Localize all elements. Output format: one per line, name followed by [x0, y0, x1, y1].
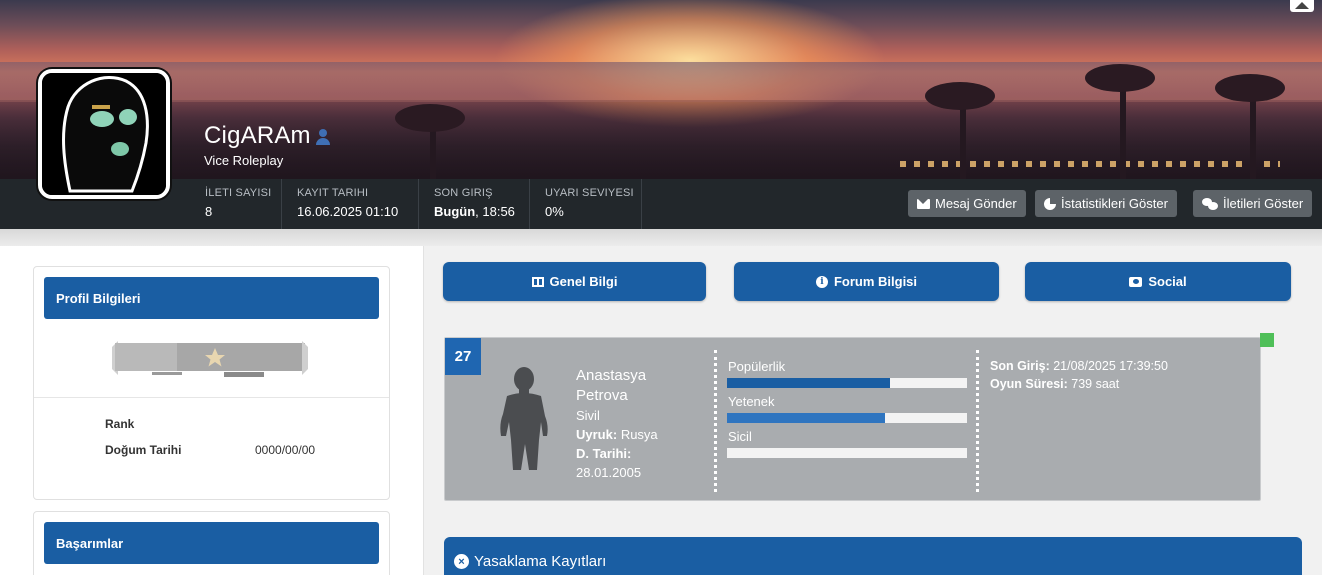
character-playtime: Oyun Süresi: 739 saat — [990, 377, 1119, 391]
stat-value: 0% — [545, 204, 564, 219]
send-message-button[interactable]: Mesaj Gönder — [908, 190, 1026, 217]
banner-palm — [960, 99, 966, 179]
skill-bar — [727, 413, 967, 423]
character-last-login: Son Giriş: 21/08/2025 17:39:50 — [990, 359, 1168, 373]
card-divider — [34, 397, 389, 398]
achievements-card: Başarımlar — [33, 511, 390, 575]
envelope-icon — [917, 198, 930, 209]
stat-label: SON GIRIŞ — [434, 187, 493, 199]
online-status-indicator — [1260, 333, 1274, 347]
record-label: Sicil — [728, 429, 752, 444]
stat-post-count: İLETI SAYISI 8 — [191, 179, 282, 229]
times-circle-icon: × — [454, 554, 469, 569]
nationality-label: Uyruk: — [576, 427, 618, 442]
character-level-badge: 27 — [445, 338, 481, 375]
username-text: CigARAm — [204, 122, 311, 149]
camera-icon — [1129, 276, 1143, 287]
last-login-value: 21/08/2025 17:39:50 — [1053, 359, 1168, 373]
send-message-label: Mesaj Gönder — [935, 196, 1017, 211]
info-value: 0000/00/00 — [255, 443, 316, 457]
character-card[interactable]: 27 Anastasya Petrova Sivil Uyruk: Rusya … — [444, 337, 1261, 501]
ban-records-panel[interactable]: × Yasaklama Kayıtları — [444, 537, 1302, 575]
skill-bar-fill — [727, 413, 886, 423]
balaclava-avatar-icon — [42, 73, 166, 195]
profile-subtitle: Vice Roleplay — [204, 153, 284, 168]
banner-palm — [1120, 79, 1126, 179]
tab-social[interactable]: Social — [1025, 262, 1291, 301]
popularity-bar-fill — [727, 378, 891, 388]
profile-banner — [0, 0, 1322, 179]
banner-palm-frond — [1215, 74, 1285, 102]
record-bar — [727, 448, 967, 458]
character-role: Sivil — [576, 408, 600, 423]
show-posts-label: İletileri Göster — [1223, 196, 1304, 211]
skill-label: Yetenek — [728, 394, 775, 409]
tab-general-info[interactable]: Genel Bilgi — [443, 262, 706, 301]
stat-label: İLETI SAYISI — [205, 187, 272, 199]
user-icon — [315, 128, 331, 145]
character-name: Anastasya Petrova — [576, 366, 646, 406]
popularity-label: Popülerlik — [728, 359, 786, 374]
profile-info-header: Profil Bilgileri — [44, 277, 379, 319]
info-row-rank: Rank — [105, 417, 255, 431]
change-cover-icon[interactable] — [1290, 0, 1314, 12]
playtime-label: Oyun Süresi: — [990, 377, 1068, 391]
dotted-divider — [976, 350, 979, 492]
banner-lights — [900, 161, 1280, 167]
character-last-name: Petrova — [576, 387, 628, 404]
comments-icon — [1202, 197, 1218, 210]
banner-palm — [1250, 89, 1256, 179]
tab-forum-info[interactable]: i Forum Bilgisi — [734, 262, 999, 301]
stat-register-date: KAYIT TARIHI 16.06.2025 01:10 — [283, 179, 419, 229]
character-silhouette-icon — [500, 367, 548, 470]
character-dob-label: D. Tarihi: — [576, 446, 631, 461]
dob-label: D. Tarihi: — [576, 446, 632, 461]
playtime-value: 739 saat — [1071, 377, 1120, 391]
pie-chart-icon — [1044, 197, 1056, 210]
show-posts-button[interactable]: İletileri Göster — [1193, 190, 1313, 217]
avatar[interactable] — [38, 69, 170, 199]
nationality-value: Rusya — [620, 427, 658, 442]
stat-value: 16.06.2025 01:10 — [297, 204, 399, 219]
info-label: Doğum Tarihi — [105, 443, 182, 457]
show-statistics-label: İstatistikleri Göster — [1061, 196, 1168, 211]
profile-username: CigARAm — [204, 122, 331, 150]
stat-warning-level: UYARI SEVIYESI 0% — [531, 179, 642, 229]
tab-label: Forum Bilgisi — [833, 274, 918, 289]
rank-badge-icon — [112, 341, 308, 377]
info-label: Rank — [105, 417, 135, 431]
banner-palm-frond — [395, 104, 465, 132]
ban-records-title: Yasaklama Kayıtları — [474, 553, 607, 570]
left-sidebar: Profil Bilgileri Rank Doğum Tarihi 0000/0… — [0, 246, 424, 575]
stat-last-login: SON GIRIŞ Bugün, 18:56 — [420, 179, 530, 229]
last-login-label: Son Giriş: — [990, 359, 1050, 373]
info-icon: i — [815, 275, 828, 288]
header-divider-strip — [0, 229, 1322, 246]
achievements-header: Başarımlar — [44, 522, 379, 564]
character-dob: 28.01.2005 — [576, 465, 642, 480]
show-statistics-button[interactable]: İstatistikleri Göster — [1035, 190, 1177, 217]
tab-label: Social — [1148, 274, 1187, 289]
profile-info-card: Profil Bilgileri Rank Doğum Tarihi 0000/0… — [33, 266, 390, 500]
tab-label: Genel Bilgi — [549, 274, 618, 289]
dotted-divider — [714, 350, 717, 492]
popularity-bar — [727, 378, 967, 388]
stat-value-bold: Bugün — [434, 204, 476, 219]
banner-palm-frond — [925, 82, 995, 110]
columns-icon — [531, 276, 544, 287]
character-first-name: Anastasya — [576, 367, 647, 384]
character-nationality: Uyruk: Rusya — [576, 427, 658, 442]
banner-palm-frond — [1085, 64, 1155, 92]
stat-label: UYARI SEVIYESI — [545, 187, 634, 199]
stat-value: 8 — [205, 204, 213, 219]
stat-value-rest: , 18:56 — [475, 204, 515, 219]
info-row-birthdate: Doğum Tarihi 0000/00/00 — [105, 443, 315, 457]
stat-label: KAYIT TARIHI — [297, 187, 369, 199]
stat-value: Bugün, 18:56 — [434, 204, 529, 219]
